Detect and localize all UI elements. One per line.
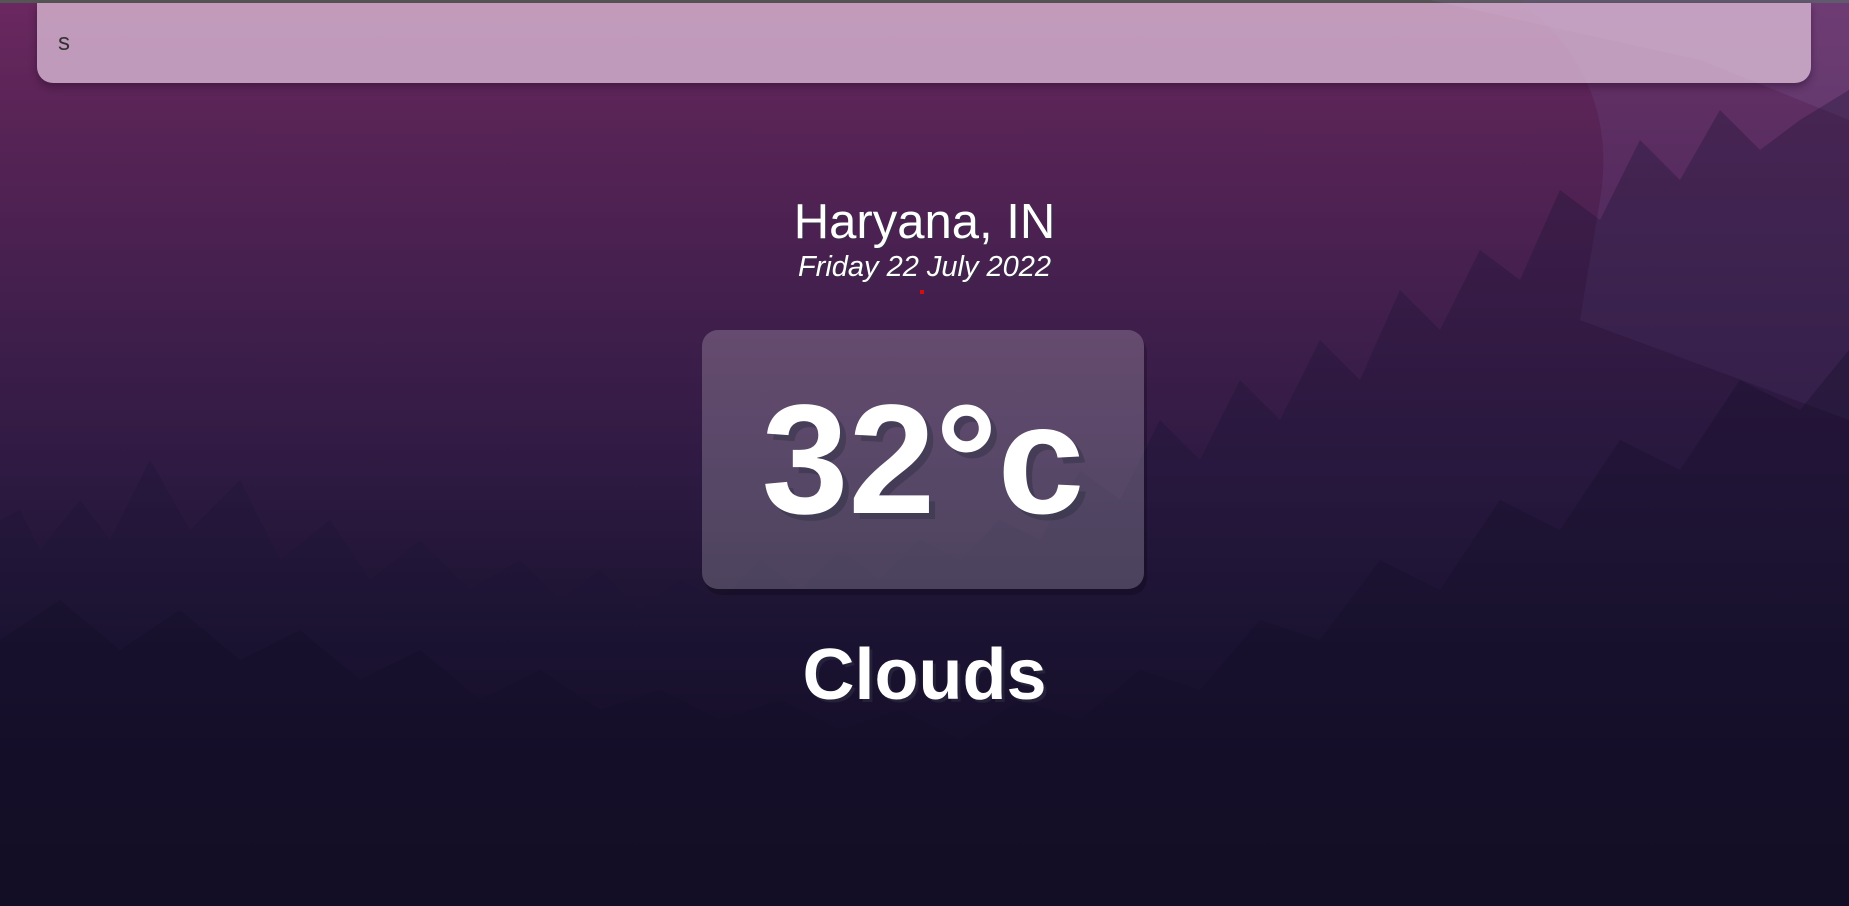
temperature-value: 32°c xyxy=(761,372,1085,547)
search-input[interactable] xyxy=(37,3,1811,83)
location-name: Haryana, IN xyxy=(793,195,1056,249)
weather-condition: Clouds xyxy=(802,635,1047,715)
current-date: Friday 22 July 2022 xyxy=(797,251,1052,283)
temperature-card: 32°c xyxy=(702,330,1144,589)
cursor-marker xyxy=(920,290,924,294)
